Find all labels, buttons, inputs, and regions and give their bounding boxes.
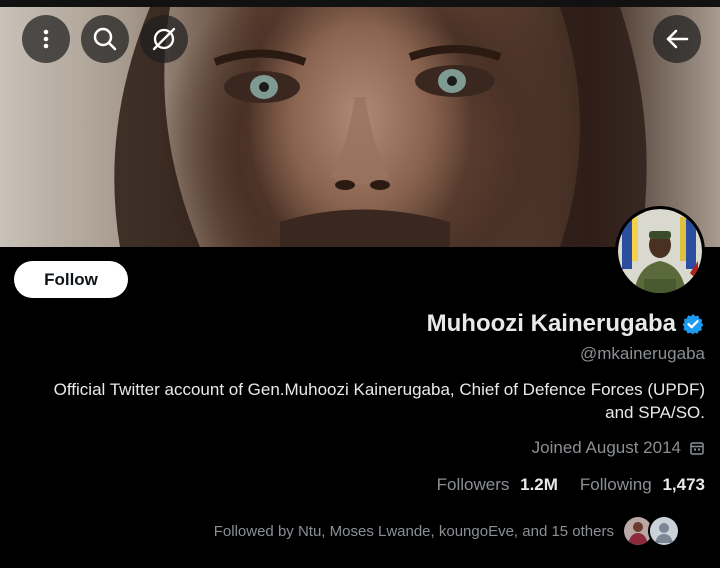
followers-link[interactable]: Followers 1.2M	[437, 475, 558, 495]
joined-date: Joined August 2014	[532, 438, 705, 458]
more-options-button[interactable]	[22, 15, 70, 63]
profile-handle: @mkainerugaba	[580, 344, 705, 363]
grok-icon	[152, 27, 176, 51]
followers-count: 1.2M	[520, 475, 558, 494]
verified-badge-icon[interactable]	[682, 313, 704, 335]
profile-bio: Official Twitter account of Gen.Muhoozi …	[53, 380, 705, 422]
profile-name: Muhoozi Kainerugaba	[426, 310, 676, 337]
search-button[interactable]	[81, 15, 129, 63]
followed-by-avatars	[622, 515, 680, 547]
back-button[interactable]	[653, 15, 701, 63]
avatar-image	[618, 209, 702, 293]
follow-stats: Followers 1.2M Following 1,473	[437, 475, 705, 495]
follower-avatar	[648, 515, 680, 547]
more-vertical-icon	[43, 29, 49, 49]
following-label: Following	[579, 475, 652, 494]
following-link[interactable]: Following 1,473	[580, 475, 705, 495]
status-strip	[0, 0, 720, 7]
followed-by-text: Followed by Ntu, Moses Lwande, koungoEve…	[213, 522, 614, 540]
followers-label: Followers	[436, 475, 510, 494]
joined-text: Joined August 2014	[531, 438, 681, 457]
profile-avatar[interactable]	[615, 206, 705, 296]
followed-by[interactable]: Followed by Ntu, Moses Lwande, koungoEve…	[214, 515, 680, 547]
back-arrow-icon	[666, 29, 689, 49]
calendar-icon	[690, 442, 704, 455]
search-icon	[93, 27, 117, 51]
following-count: 1,473	[662, 475, 705, 494]
profile-name-row: Muhoozi Kainerugaba	[427, 310, 704, 338]
follow-button[interactable]: Follow	[14, 261, 128, 298]
profile-banner[interactable]	[0, 7, 720, 247]
grok-button[interactable]	[140, 15, 188, 63]
